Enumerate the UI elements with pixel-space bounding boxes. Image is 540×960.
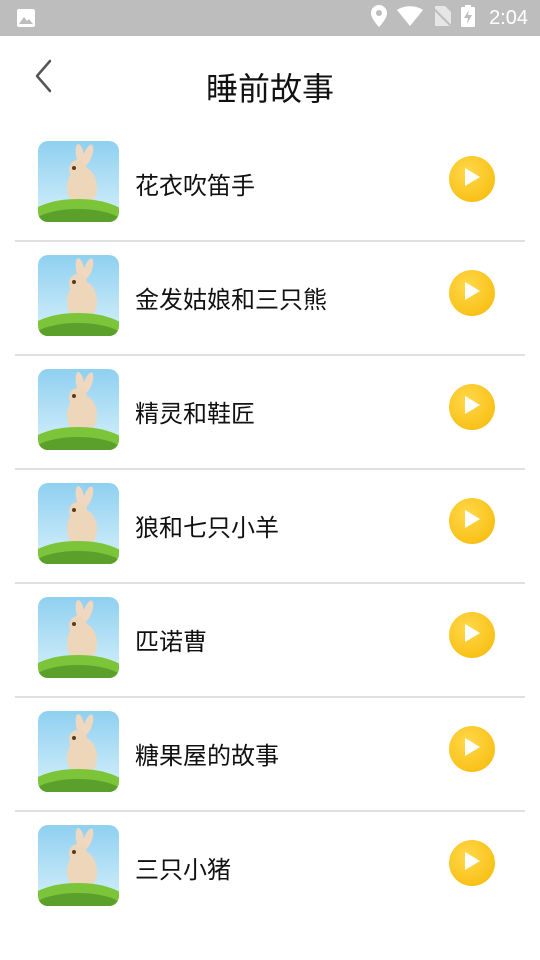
story-title: 金发姑娘和三只熊 — [135, 286, 327, 314]
play-button[interactable] — [449, 156, 495, 202]
no-sim-icon — [432, 6, 452, 30]
story-item[interactable]: 糖果屋的故事 — [15, 698, 525, 812]
story-title: 三只小猪 — [135, 856, 231, 884]
rabbit-thumbnail — [38, 711, 119, 792]
play-button[interactable] — [449, 384, 495, 430]
play-icon — [463, 281, 481, 305]
wifi-icon — [397, 6, 424, 30]
story-list: 花衣吹笛手 金发姑娘和三只熊 精灵和鞋匠 狼和七只小羊 匹诺曹 糖果屋的故事 三… — [15, 128, 525, 924]
rabbit-thumbnail — [38, 141, 119, 222]
battery-charging-icon — [461, 5, 476, 31]
location-icon — [371, 5, 388, 31]
rabbit-thumbnail — [38, 369, 119, 450]
play-button[interactable] — [449, 498, 495, 544]
play-icon — [463, 737, 481, 761]
status-bar: 2:04 — [0, 0, 540, 36]
play-icon — [463, 509, 481, 533]
story-item[interactable]: 花衣吹笛手 — [15, 128, 525, 242]
play-icon — [463, 623, 481, 647]
story-item[interactable]: 三只小猪 — [15, 812, 525, 924]
app-header: 睡前故事 — [0, 36, 540, 136]
play-icon — [463, 851, 481, 875]
page-title: 睡前故事 — [205, 70, 334, 108]
image-icon — [16, 8, 36, 32]
story-item[interactable]: 精灵和鞋匠 — [15, 356, 525, 470]
story-item[interactable]: 狼和七只小羊 — [15, 470, 525, 584]
rabbit-thumbnail — [38, 255, 119, 336]
status-time: 2:04 — [489, 6, 528, 29]
story-title: 匹诺曹 — [135, 628, 207, 656]
story-title: 精灵和鞋匠 — [135, 400, 255, 428]
story-title: 花衣吹笛手 — [135, 172, 255, 200]
play-button[interactable] — [449, 270, 495, 316]
play-button[interactable] — [449, 612, 495, 658]
play-button[interactable] — [449, 726, 495, 772]
rabbit-thumbnail — [38, 597, 119, 678]
play-icon — [463, 167, 481, 191]
story-item[interactable]: 金发姑娘和三只熊 — [15, 242, 525, 356]
play-button[interactable] — [449, 840, 495, 886]
story-title: 狼和七只小羊 — [135, 514, 279, 542]
story-title: 糖果屋的故事 — [135, 742, 279, 770]
story-item[interactable]: 匹诺曹 — [15, 584, 525, 698]
rabbit-thumbnail — [38, 483, 119, 564]
rabbit-thumbnail — [38, 825, 119, 906]
play-icon — [463, 395, 481, 419]
status-icons: 2:04 — [371, 0, 528, 36]
